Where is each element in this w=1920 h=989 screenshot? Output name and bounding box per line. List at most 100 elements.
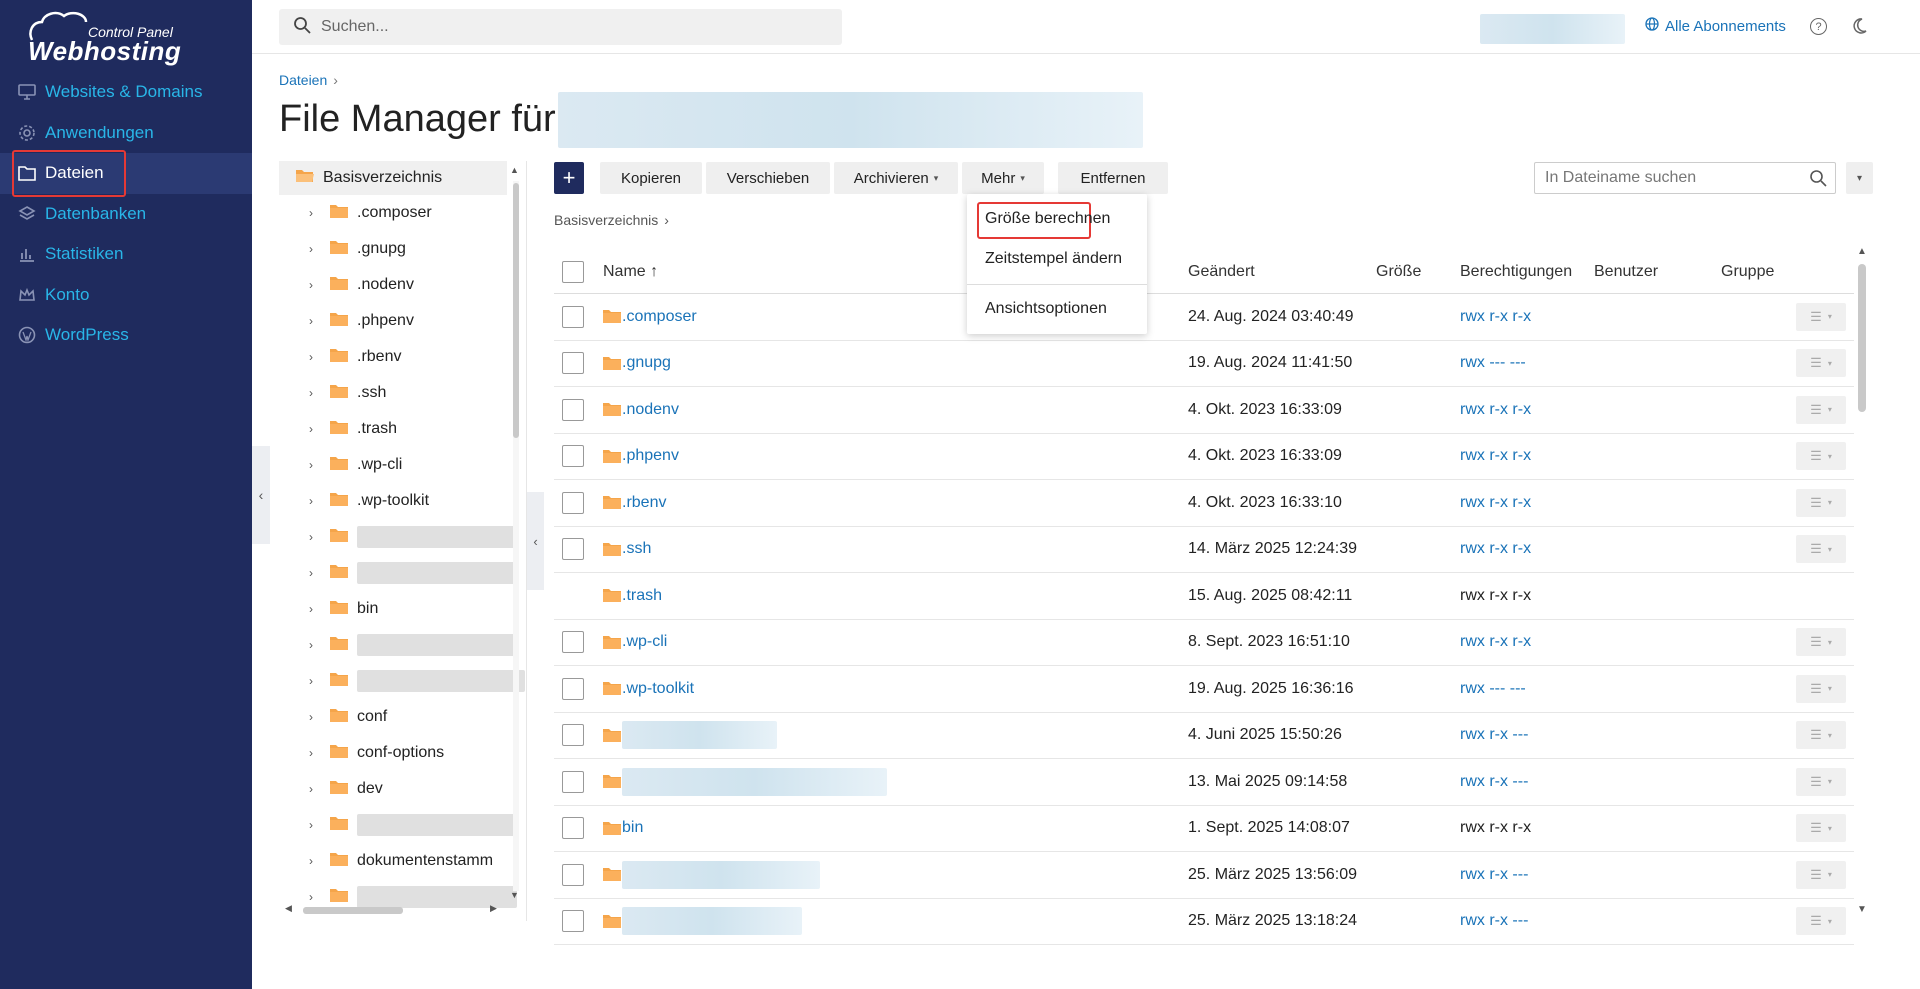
file-name-link[interactable]: .gnupg bbox=[622, 354, 671, 372]
scroll-up-icon[interactable]: ▲ bbox=[1857, 246, 1867, 257]
tree-item[interactable]: › bbox=[279, 555, 529, 591]
scroll-down-icon[interactable]: ▼ bbox=[510, 890, 519, 900]
tree-vertical-scrollbar[interactable]: ▲ ▼ bbox=[510, 165, 520, 900]
table-row[interactable]: .wp-toolkit 19. Aug. 2025 16:36:16 rwx ---… bbox=[554, 666, 1854, 713]
account-name-redacted[interactable] bbox=[1480, 14, 1625, 44]
chevron-right-icon[interactable]: › bbox=[309, 854, 321, 868]
dark-mode-toggle[interactable] bbox=[1850, 17, 1868, 40]
chevron-right-icon[interactable]: › bbox=[309, 638, 321, 652]
row-checkbox[interactable] bbox=[562, 352, 584, 375]
row-checkbox[interactable] bbox=[562, 724, 584, 747]
more-button[interactable]: Mehr ▾ bbox=[962, 162, 1044, 194]
permissions-link[interactable]: rwx --- --- bbox=[1460, 354, 1526, 372]
row-checkbox[interactable] bbox=[562, 910, 584, 933]
tree-item[interactable]: › .trash bbox=[279, 411, 529, 447]
row-actions-button[interactable]: ☰ ▾ bbox=[1796, 907, 1846, 936]
tree-collapse-toggle[interactable]: ‹ bbox=[527, 492, 544, 590]
chevron-right-icon[interactable]: › bbox=[309, 602, 321, 616]
tree-item[interactable]: › conf bbox=[279, 699, 529, 735]
file-name-redacted[interactable] bbox=[622, 860, 820, 889]
row-actions-button[interactable]: ☰ ▾ bbox=[1796, 349, 1846, 378]
permissions-link[interactable]: rwx r-x r-x bbox=[1460, 401, 1531, 419]
chevron-right-icon[interactable]: › bbox=[309, 350, 321, 364]
table-vertical-scrollbar[interactable]: ▲ ▼ bbox=[1856, 246, 1868, 916]
copy-button[interactable]: Kopieren bbox=[600, 162, 702, 194]
chevron-right-icon[interactable]: › bbox=[309, 278, 321, 292]
sidebar-item-wordpress[interactable]: WordPress bbox=[0, 315, 252, 356]
add-button[interactable]: + bbox=[554, 162, 584, 194]
file-name-link[interactable]: bin bbox=[622, 819, 643, 837]
chevron-right-icon[interactable]: › bbox=[309, 314, 321, 328]
file-name-redacted[interactable] bbox=[622, 767, 887, 796]
permissions-link[interactable]: rwx r-x r-x bbox=[1460, 494, 1531, 512]
help-icon[interactable]: ? bbox=[1810, 18, 1827, 35]
row-checkbox[interactable] bbox=[562, 817, 584, 840]
tree-item[interactable]: › .nodenv bbox=[279, 267, 529, 303]
sidebar-item-datenbanken[interactable]: Datenbanken bbox=[0, 194, 252, 235]
subscriptions-link[interactable]: Alle Abonnements bbox=[1645, 17, 1786, 35]
select-all-checkbox[interactable] bbox=[562, 260, 584, 283]
tree-root-item[interactable]: Basisverzeichnis bbox=[279, 161, 507, 195]
sidebar-item-statistiken[interactable]: Statistiken bbox=[0, 234, 252, 275]
row-actions-button[interactable]: ☰ ▾ bbox=[1796, 721, 1846, 750]
chevron-right-icon[interactable]: › bbox=[309, 530, 321, 544]
menu-item-change-timestamp[interactable]: Zeitstempel ändern bbox=[985, 250, 1122, 268]
row-actions-button[interactable]: ☰ ▾ bbox=[1796, 860, 1846, 889]
permissions-link[interactable]: rwx r-x r-x bbox=[1460, 633, 1531, 651]
archive-button[interactable]: Archivieren ▾ bbox=[834, 162, 958, 194]
tree-item[interactable]: › dev bbox=[279, 771, 529, 807]
table-row[interactable]: .wp-cli 8. Sept. 2023 16:51:10 rwx r-x r-x… bbox=[554, 620, 1854, 666]
file-name-link[interactable]: .ssh bbox=[622, 540, 651, 558]
row-actions-button[interactable]: ☰ ▾ bbox=[1796, 814, 1846, 843]
row-checkbox[interactable] bbox=[562, 538, 584, 561]
column-size[interactable]: Größe bbox=[1376, 263, 1421, 281]
column-group[interactable]: Gruppe bbox=[1721, 263, 1774, 281]
sidebar-item-konto[interactable]: Konto bbox=[0, 275, 252, 316]
row-checkbox[interactable] bbox=[562, 631, 584, 654]
file-name-link[interactable]: .wp-cli bbox=[622, 633, 667, 651]
row-actions-button[interactable]: ☰ ▾ bbox=[1796, 442, 1846, 471]
file-name-link[interactable]: .nodenv bbox=[622, 401, 679, 419]
tree-item[interactable]: › bbox=[279, 807, 529, 843]
table-row[interactable]: .ssh 14. März 2025 12:24:39 rwx r-x r-x ☰ ▾ bbox=[554, 527, 1854, 573]
sidebar-collapse-toggle[interactable]: ‹ bbox=[252, 446, 270, 544]
menu-item-view-options[interactable]: Ansichtsoptionen bbox=[985, 300, 1107, 318]
file-name-redacted[interactable] bbox=[622, 907, 802, 936]
webhosting-logo[interactable]: Control Panel Webhosting bbox=[26, 10, 186, 66]
filename-search-input[interactable]: In Dateiname suchen bbox=[1534, 162, 1836, 194]
table-row[interactable]: 13. Mai 2025 09:14:58 rwx r-x --- ☰ ▾ bbox=[554, 759, 1854, 806]
tree-item[interactable]: › bbox=[279, 519, 529, 555]
permissions-link[interactable]: rwx r-x --- bbox=[1460, 726, 1528, 744]
scroll-down-icon[interactable]: ▼ bbox=[1857, 904, 1867, 915]
row-actions-button[interactable]: ☰ ▾ bbox=[1796, 535, 1846, 564]
column-modified[interactable]: Geändert bbox=[1188, 263, 1255, 281]
column-permissions[interactable]: Berechtigungen bbox=[1460, 263, 1572, 281]
row-checkbox[interactable] bbox=[562, 445, 584, 468]
chevron-right-icon[interactable]: › bbox=[309, 422, 321, 436]
table-row[interactable]: 25. März 2025 13:18:24 rwx r-x --- ☰ ▾ bbox=[554, 899, 1854, 945]
chevron-right-icon[interactable]: › bbox=[309, 674, 321, 688]
row-actions-button[interactable]: ☰ ▾ bbox=[1796, 488, 1846, 517]
sidebar-item-websites-domains[interactable]: Websites & Domains bbox=[0, 72, 252, 113]
table-row[interactable]: .gnupg 19. Aug. 2024 11:41:50 rwx --- --- ☰… bbox=[554, 341, 1854, 387]
tree-item[interactable]: › .phpenv bbox=[279, 303, 529, 339]
chevron-right-icon[interactable]: › bbox=[309, 890, 321, 904]
file-name-link[interactable]: .phpenv bbox=[622, 447, 679, 465]
table-row[interactable]: .composer 24. Aug. 2024 03:40:49 rwx r-x r… bbox=[554, 294, 1854, 341]
search-options-dropdown[interactable]: ▾ bbox=[1846, 162, 1873, 194]
sidebar-item-dateien[interactable]: Dateien bbox=[0, 150, 252, 197]
table-row[interactable]: 25. März 2025 13:56:09 rwx r-x --- ☰ ▾ bbox=[554, 852, 1854, 899]
chevron-right-icon[interactable]: › bbox=[309, 710, 321, 724]
row-checkbox[interactable] bbox=[562, 305, 584, 328]
row-checkbox[interactable] bbox=[562, 398, 584, 421]
file-name-link[interactable]: .composer bbox=[622, 308, 697, 326]
tree-item[interactable]: › .wp-toolkit bbox=[279, 483, 529, 519]
chevron-right-icon[interactable]: › bbox=[309, 746, 321, 760]
tree-item[interactable]: › bbox=[279, 663, 529, 699]
row-checkbox[interactable] bbox=[562, 770, 584, 793]
permissions-link[interactable]: rwx r-x r-x bbox=[1460, 540, 1531, 558]
remove-button[interactable]: Entfernen bbox=[1058, 162, 1168, 194]
chevron-right-icon[interactable]: › bbox=[309, 242, 321, 256]
search-icon[interactable] bbox=[1809, 169, 1827, 192]
table-row[interactable]: .rbenv 4. Okt. 2023 16:33:10 rwx r-x r-x ☰ ▾ bbox=[554, 480, 1854, 527]
